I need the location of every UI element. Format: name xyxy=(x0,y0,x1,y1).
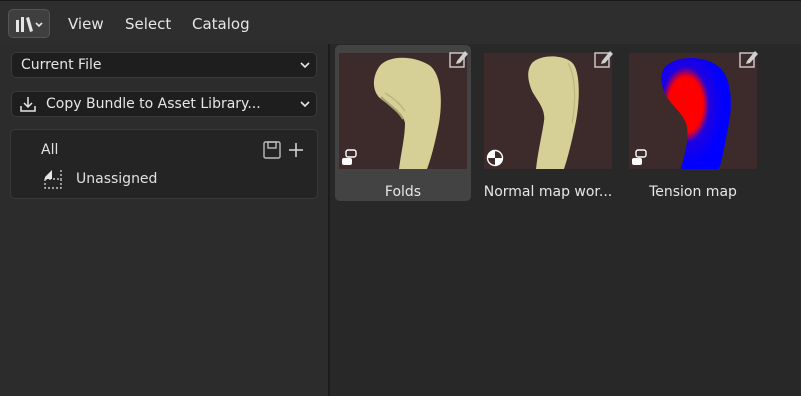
menu-view[interactable]: View xyxy=(68,15,104,33)
menu-select[interactable]: Select xyxy=(125,15,171,33)
action-select-label: Copy Bundle to Asset Library... xyxy=(46,96,261,112)
header-bar: View Select Catalog xyxy=(0,0,801,44)
asset-card-normal-map[interactable]: Normal map wor... xyxy=(480,45,616,201)
asset-name: Normal map wor... xyxy=(483,184,613,200)
catalog-unassigned[interactable]: Unassigned xyxy=(76,171,157,187)
asset-name: Tension map xyxy=(649,184,737,200)
chevron-down-icon xyxy=(300,62,310,69)
node-group-icon xyxy=(342,149,357,165)
download-icon xyxy=(20,97,36,112)
edit-asset-icon[interactable] xyxy=(739,49,759,69)
add-catalog-icon[interactable] xyxy=(287,141,305,159)
editor-type-button[interactable] xyxy=(8,9,50,38)
save-catalog-icon[interactable] xyxy=(262,140,282,160)
library-select-label: Current File xyxy=(21,57,102,73)
edit-asset-icon[interactable] xyxy=(594,49,614,69)
catalog-all[interactable]: All xyxy=(41,142,58,158)
library-select[interactable]: Current File xyxy=(11,52,317,78)
asset-browser-icon xyxy=(16,17,43,32)
edit-asset-icon[interactable] xyxy=(449,49,469,69)
material-icon xyxy=(486,149,504,167)
asset-card-tension-map[interactable]: Tension map xyxy=(625,45,761,201)
asset-card-folds[interactable]: Folds xyxy=(335,45,471,201)
chevron-down-icon xyxy=(300,101,310,108)
unassigned-icon xyxy=(44,170,62,189)
asset-name: Folds xyxy=(384,184,422,200)
menu-catalog[interactable]: Catalog xyxy=(192,15,250,33)
catalog-tree: All Unassigned xyxy=(10,129,318,199)
node-group-icon xyxy=(632,149,647,165)
action-select[interactable]: Copy Bundle to Asset Library... xyxy=(11,91,317,117)
